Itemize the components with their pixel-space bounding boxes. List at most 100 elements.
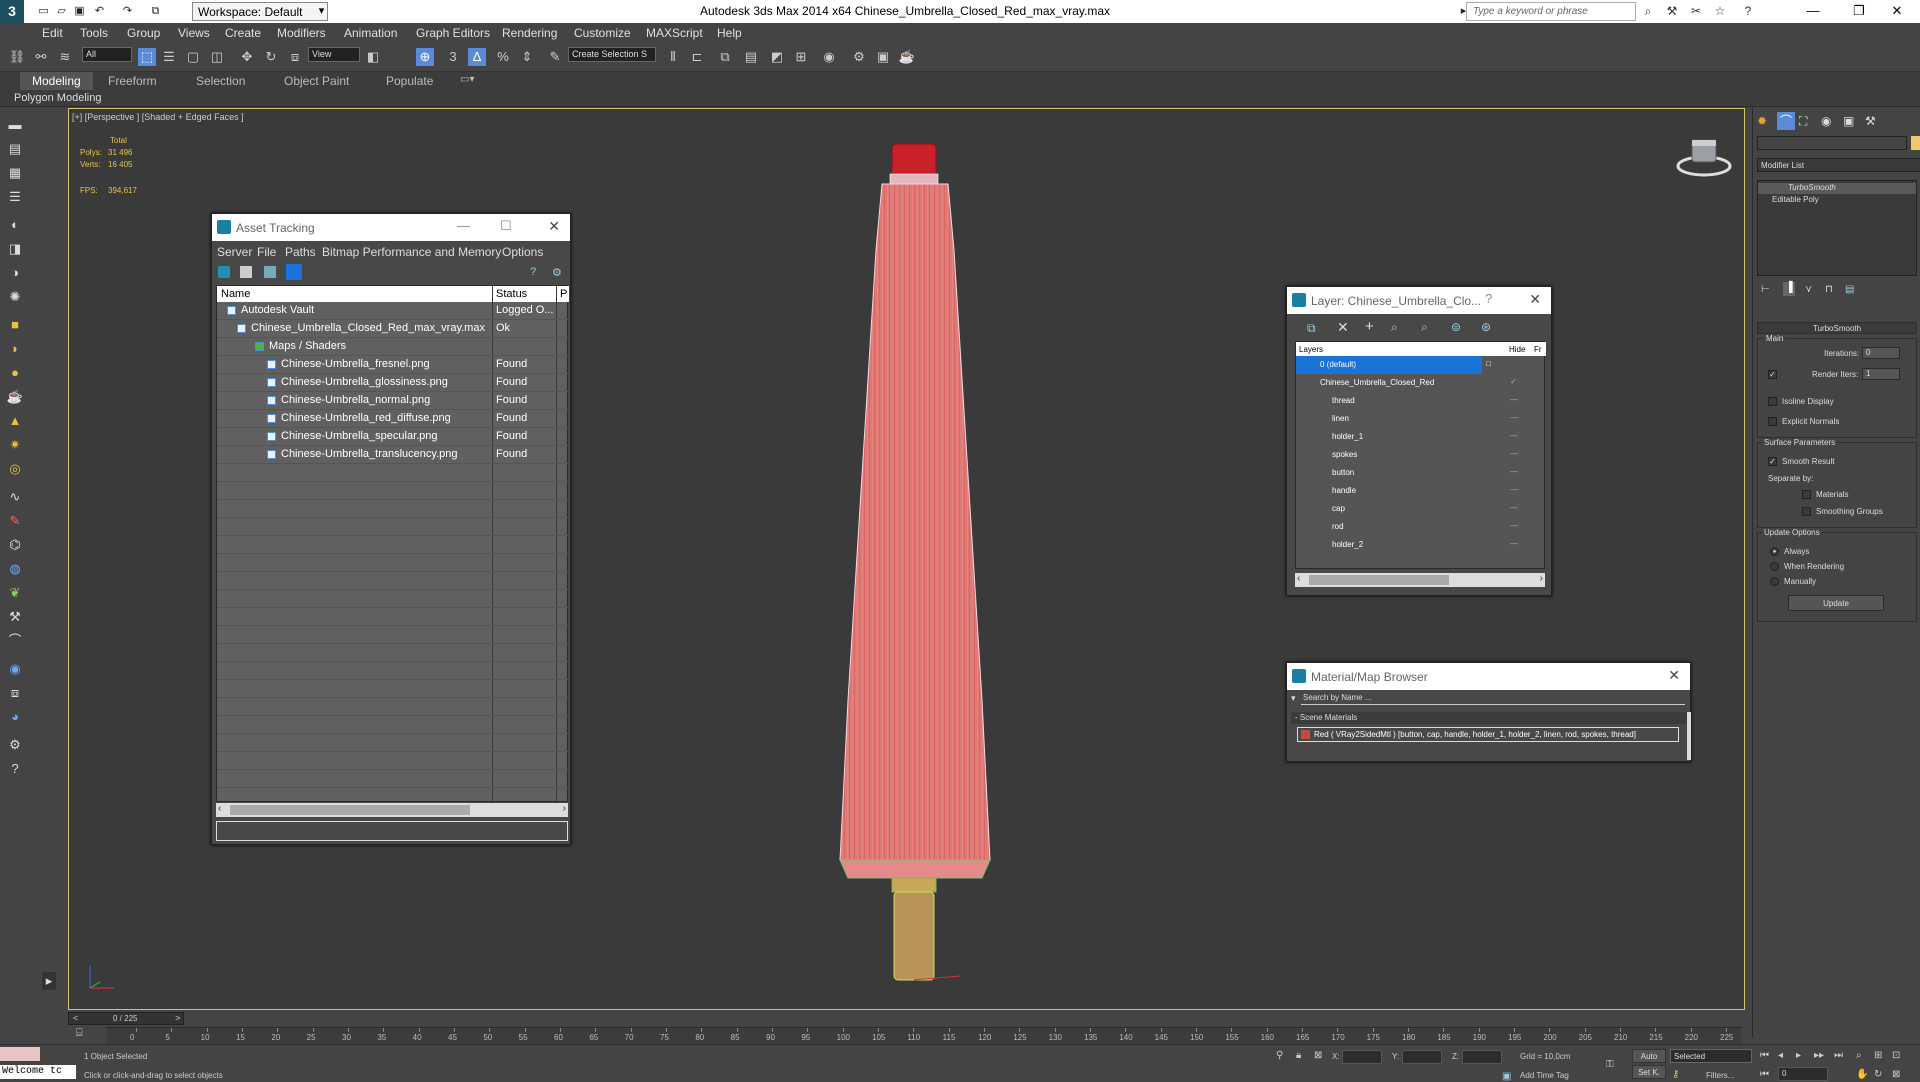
menu-server[interactable]: Server — [217, 245, 252, 259]
materials-checkbox[interactable] — [1802, 490, 1811, 499]
display-icon[interactable]: ◐ — [5, 216, 25, 234]
scroll-left-icon[interactable]: ‹ — [218, 803, 221, 814]
smoothing-groups-checkbox[interactable] — [1802, 507, 1811, 516]
track-bar[interactable]: 0 5 10 15 20 25 30 35 40 45 50 55 60 65 70 75 80 85 90 95 10… — [106, 1027, 1742, 1045]
column-freeze[interactable]: Fr — [1534, 345, 1542, 354]
workspace-dropdown[interactable]: Workspace: Default — [192, 2, 328, 21]
close-icon[interactable]: ✕ — [1668, 667, 1680, 684]
menu-customize[interactable]: Customize — [574, 26, 631, 40]
hierarchy-tab-icon[interactable]: ⛶ — [1799, 114, 1807, 129]
slider-left-icon[interactable]: < — [73, 1013, 78, 1023]
cube-tools-icon[interactable]: ⧈ — [5, 684, 25, 702]
object-color-swatch[interactable] — [1911, 136, 1920, 150]
render-setup-icon[interactable]: ⚙ — [850, 48, 868, 66]
rendered-frame-icon[interactable]: ▣ — [874, 48, 892, 66]
menu-animation[interactable]: Animation — [344, 26, 397, 40]
material-scrollbar[interactable] — [1687, 712, 1691, 760]
box-icon[interactable]: ■ — [5, 316, 25, 334]
chevron-down-icon[interactable]: ▾ — [314, 4, 329, 18]
select-objects-icon[interactable]: ⌕ — [1391, 320, 1398, 335]
cone-icon[interactable]: ▲ — [5, 412, 25, 430]
leaf-icon[interactable]: ❦ — [5, 584, 25, 602]
remove-modifier-icon[interactable]: ⊓ — [1825, 284, 1833, 295]
polygon-modeling-label[interactable]: Polygon Modeling — [14, 92, 101, 104]
save-icon[interactable]: ▣ — [72, 4, 87, 18]
stack-item-turbosmooth[interactable]: TurboSmooth — [1758, 183, 1916, 194]
render-iters-checkbox[interactable]: ✓ — [1768, 370, 1777, 379]
new-file-icon[interactable]: ▭ — [36, 4, 51, 18]
layer-row[interactable]: handle — — [1296, 482, 1546, 500]
globe-icon[interactable]: ◍ — [5, 560, 25, 578]
hide-toggle[interactable]: — — [1510, 539, 1518, 548]
time-slider[interactable]: < 0 / 225 > — [68, 1012, 184, 1025]
prev-frame-icon[interactable]: ◂ — [1778, 1050, 1783, 1061]
maximize-icon[interactable]: ☐ — [500, 218, 512, 234]
unlink-icon[interactable]: ⚯ — [32, 48, 50, 66]
viewport-label[interactable]: [+] [Perspective ] [Shaded + Edged Faces… — [72, 112, 244, 122]
chevron-down-icon[interactable]: ▾ — [1291, 693, 1296, 704]
asset-row[interactable]: Chinese-Umbrella_normal.png Found — [217, 392, 569, 410]
create-layer-icon[interactable]: ⧉ — [1307, 321, 1316, 336]
menu-rendering[interactable]: Rendering — [502, 26, 557, 40]
create-tab-icon[interactable]: ✹ — [1757, 114, 1767, 128]
hide-toggle[interactable]: — — [1510, 431, 1518, 440]
scroll-left-icon[interactable]: ‹ — [1297, 573, 1300, 584]
select-object-icon[interactable]: ⬚ — [138, 48, 156, 66]
key-filters-button[interactable]: Filters... — [1706, 1071, 1734, 1080]
hide-all-icon[interactable]: ⊜ — [1451, 320, 1461, 334]
stack-item-editable-poly[interactable]: Editable Poly — [1758, 195, 1916, 206]
select-manipulate-icon[interactable]: ⊕ — [416, 48, 434, 66]
subscription-icon[interactable]: ⚒ — [1664, 4, 1680, 19]
turbosmooth-rollout-header[interactable]: TurboSmooth — [1757, 322, 1917, 334]
asset-row[interactable]: Chinese_Umbrella_Closed_Red_max_vray.max… — [217, 320, 569, 338]
object-name-field[interactable] — [1757, 136, 1907, 150]
iterations-spinner[interactable]: 0 — [1862, 347, 1900, 359]
scene-materials-group[interactable]: - Scene Materials — [1291, 712, 1687, 724]
highlight-layer-icon[interactable]: ⌕ — [1421, 320, 1428, 335]
scene-explorer-icon[interactable]: ▤ — [5, 140, 25, 158]
app-logo-icon[interactable]: 3 — [0, 0, 24, 23]
material-search-input[interactable]: Search by Name ... — [1301, 692, 1685, 705]
goto-start-icon[interactable]: ⏮ — [1760, 1050, 1769, 1061]
material-item-red[interactable]: Red ( VRay2SidedMtl ) [button, cap, hand… — [1297, 727, 1679, 742]
list-icon[interactable]: ☰ — [5, 188, 25, 206]
sphere-blue-icon[interactable]: ◉ — [5, 660, 25, 678]
settings-icon[interactable]: ⚙ — [5, 736, 25, 754]
smooth-result-checkbox[interactable]: ✓ — [1768, 457, 1777, 466]
graph-icon[interactable]: ⌬ — [5, 536, 25, 554]
close-icon[interactable]: ✕ — [1529, 291, 1541, 308]
play-expand-icon[interactable]: ▸ — [42, 972, 56, 990]
tab-freeform[interactable]: Freeform — [108, 74, 157, 88]
sphere-icon[interactable]: ● — [5, 364, 25, 382]
curve-editor-icon[interactable]: ◩ — [768, 48, 786, 66]
rect-selection-icon[interactable]: ▢ — [184, 48, 202, 66]
close-button[interactable]: ✕ — [1874, 0, 1920, 23]
snaps-toggle-icon[interactable]: 3 — [444, 48, 462, 66]
layer-row[interactable]: Chinese_Umbrella_Closed_Red ✓ — [1296, 374, 1546, 392]
list-view-icon[interactable] — [240, 266, 252, 278]
sun-icon[interactable]: ✷ — [5, 436, 25, 454]
layer-row[interactable]: thread — — [1296, 392, 1546, 410]
close-icon[interactable]: ✕ — [548, 218, 560, 235]
particles-icon[interactable]: ✺ — [5, 288, 25, 306]
zoom-extents-icon[interactable]: ⊡ — [1892, 1050, 1900, 1061]
utilities-tab-icon[interactable]: ⚒ — [1865, 114, 1876, 128]
lock-selection-icon[interactable]: ⚲ — [1276, 1050, 1283, 1061]
tab-modeling[interactable]: Modeling — [20, 72, 93, 90]
align-icon[interactable]: ⊏ — [688, 48, 706, 66]
hide-toggle[interactable]: — — [1510, 413, 1518, 422]
camera-icon[interactable]: ◨ — [5, 240, 25, 258]
ribbon-toggle-icon[interactable]: ▤ — [742, 48, 760, 66]
lock-icon[interactable]: 🔒︎ — [1296, 1050, 1301, 1061]
menu-file[interactable]: File — [257, 245, 276, 259]
menu-group[interactable]: Group — [127, 26, 160, 40]
favorites-star-icon[interactable]: ☆ — [1712, 4, 1728, 19]
link-icon[interactable]: ⛓ — [8, 48, 26, 66]
ribbon-options-icon[interactable]: ▭▾ — [460, 74, 474, 85]
absolute-mode-icon[interactable]: ⊠ — [1314, 1050, 1322, 1061]
grid-view-icon[interactable] — [286, 264, 302, 280]
horizontal-scrollbar[interactable]: ‹ › — [216, 803, 568, 817]
asset-row[interactable]: Chinese-Umbrella_specular.png Found — [217, 428, 569, 446]
column-hide[interactable]: Hide — [1509, 345, 1525, 354]
help-button[interactable]: ? — [1485, 291, 1492, 306]
